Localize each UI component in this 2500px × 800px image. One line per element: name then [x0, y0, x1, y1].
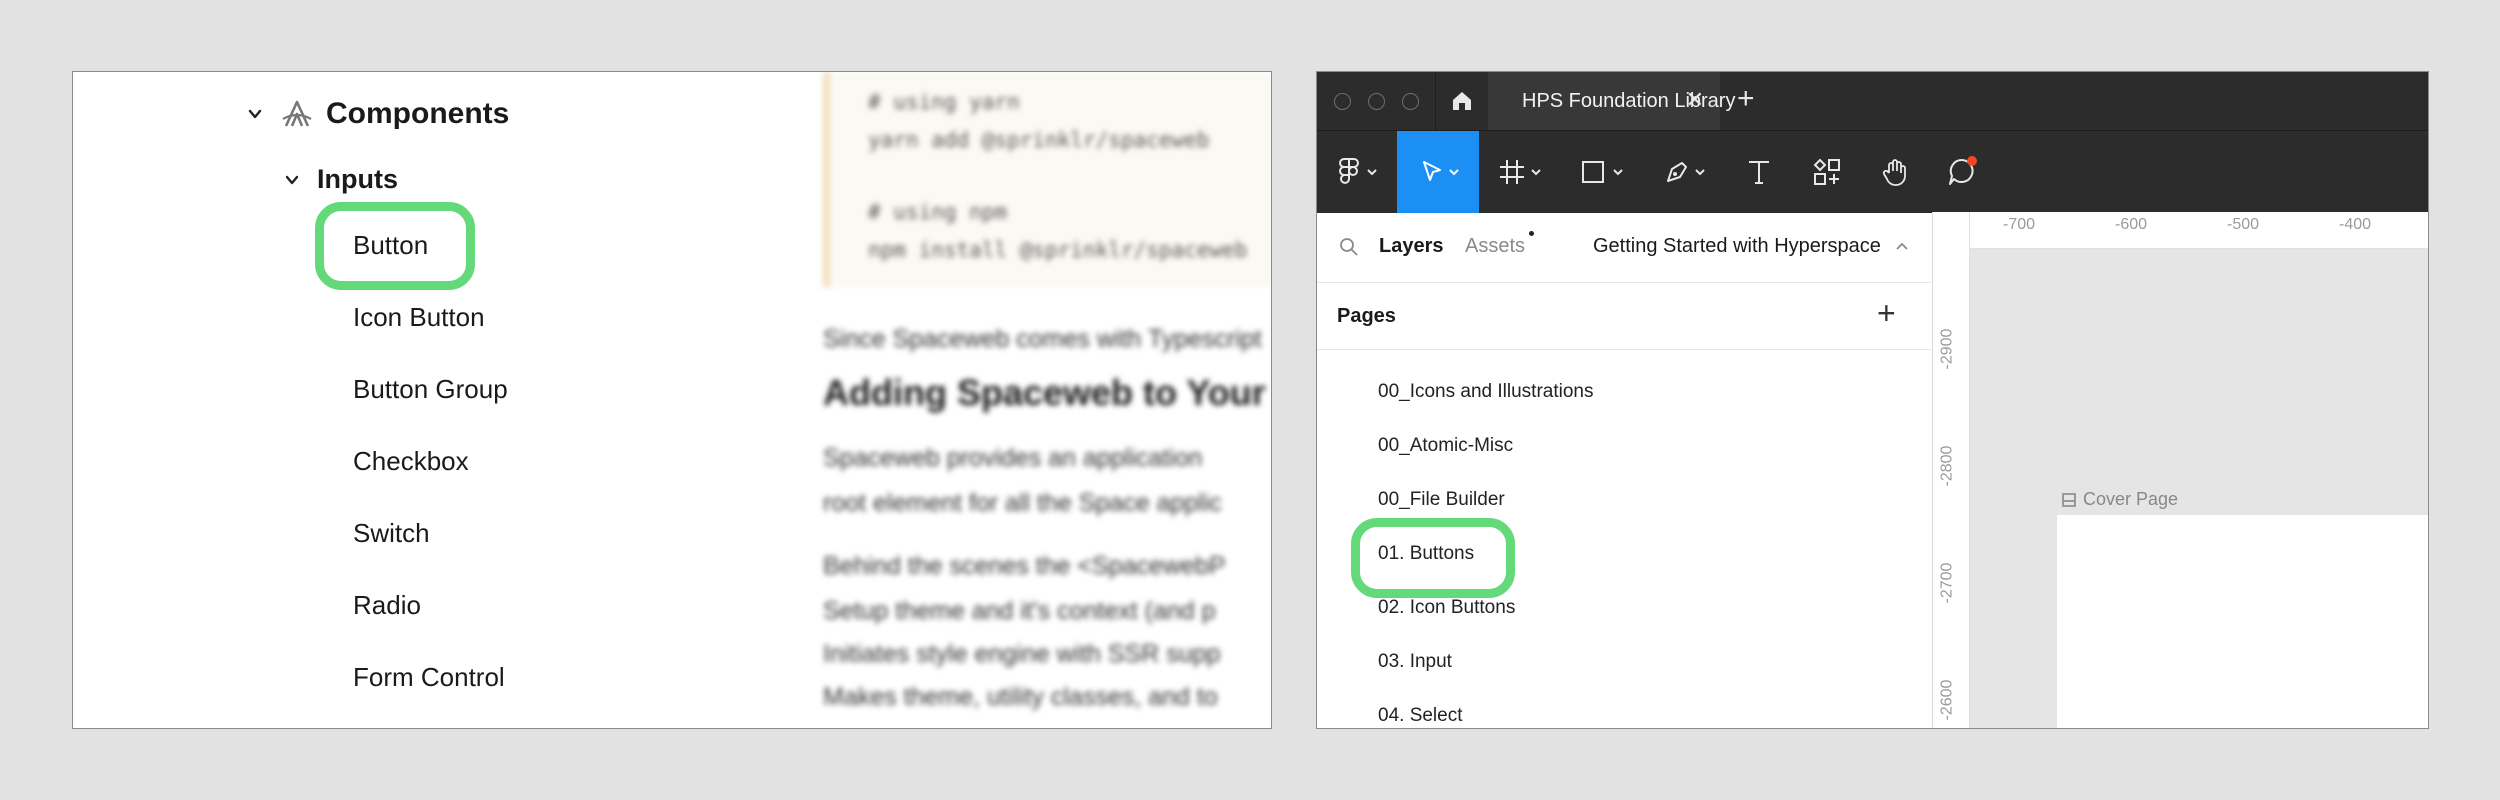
toolbar: [1317, 130, 2428, 213]
code-line: npm install @sprinklr/spaceweb: [868, 238, 1248, 262]
chevron-down-icon: [285, 175, 299, 184]
nav-item-switch[interactable]: Switch: [353, 518, 430, 548]
resources-icon: [1813, 158, 1840, 185]
pages-title: Pages: [1337, 305, 1396, 327]
code-block: # using yarn yarn add @sprinklr/spaceweb…: [823, 72, 1271, 287]
highlight-button-nav-item: [315, 202, 475, 290]
rectangle-icon: [1582, 161, 1623, 183]
tab-assets[interactable]: Assets: [1465, 235, 1525, 258]
design-canvas[interactable]: -700 -600 -500 -400 -2900 -2800 -2700 -2…: [1932, 212, 2428, 728]
frame-label-icon: [2062, 492, 2076, 507]
comment-icon: [1949, 156, 1977, 185]
frame-label[interactable]: Cover Page: [2061, 489, 2178, 510]
paragraph-line: Behind the scenes the <SpacewebP: [823, 552, 1226, 580]
frame-label-text: Cover Page: [2083, 489, 2179, 509]
pages-section-header: Pages +: [1317, 283, 1931, 350]
resources-tool-button[interactable]: [1793, 131, 1861, 213]
plus-icon[interactable]: +: [1737, 84, 1755, 114]
close-icon[interactable]: ✕: [1686, 87, 1704, 113]
page-item[interactable]: 04. Select: [1378, 705, 1463, 727]
nav-item-radio[interactable]: Radio: [353, 590, 421, 620]
docs-content-blurred: # using yarn yarn add @sprinklr/spaceweb…: [823, 72, 1271, 728]
code-line: # using yarn: [868, 90, 1020, 114]
comment-tool-button[interactable]: [1929, 131, 1997, 213]
page-item[interactable]: 00_Icons and Illustrations: [1378, 381, 1593, 403]
nav-group-label: Inputs: [317, 164, 398, 194]
nav-group-inputs[interactable]: Inputs: [283, 164, 398, 195]
ruler-tick: -700: [2003, 216, 2036, 233]
vertical-ruler: -2900 -2800 -2700 -2600: [1933, 212, 1970, 728]
ruler-tick: -2600: [1938, 679, 1956, 721]
page-item[interactable]: 00_File Builder: [1378, 489, 1505, 511]
nav-section-label: Components: [326, 97, 510, 130]
cover-page-frame[interactable]: [2057, 515, 2428, 728]
code-line: yarn add @sprinklr/spaceweb: [868, 128, 1210, 152]
chevron-down-icon: [248, 109, 262, 119]
pen-icon: [1667, 162, 1705, 182]
paragraph-line: Setup theme and it's context (and p: [823, 597, 1216, 625]
tab-layers[interactable]: Layers: [1379, 235, 1444, 258]
hand-tool-button[interactable]: [1861, 131, 1929, 213]
code-line: # using npm: [868, 200, 1008, 224]
ruler-tick: -500: [2227, 216, 2260, 233]
page-item[interactable]: 02. Icon Buttons: [1378, 597, 1515, 619]
home-icon: [1453, 92, 1471, 110]
home-button[interactable]: [1435, 72, 1489, 130]
move-tool-button[interactable]: [1397, 131, 1479, 213]
ruler-tick: -2900: [1938, 328, 1956, 370]
ruler-tick: -2800: [1938, 445, 1956, 487]
nav-item-form-control[interactable]: Form Control: [353, 662, 505, 692]
chevron-up-icon[interactable]: [1895, 240, 1909, 252]
page-item[interactable]: 00_Atomic-Misc: [1378, 435, 1513, 457]
paragraph-line: root element for all the Space applic: [823, 489, 1222, 517]
layers-panel-header: Layers Assets Getting Started with Hyper…: [1317, 212, 1931, 283]
text-tool-button[interactable]: [1725, 131, 1793, 213]
notification-dot-icon: [1967, 156, 1977, 166]
components-logo-icon: [282, 100, 312, 127]
window-minimize-dot[interactable]: [1368, 93, 1385, 110]
nav-item-checkbox[interactable]: Checkbox: [353, 446, 469, 476]
paragraph-line: Spaceweb provides an application: [823, 444, 1203, 472]
docs-panel: Components Inputs Button Icon Button But…: [72, 71, 1272, 729]
page-item[interactable]: 03. Input: [1378, 651, 1452, 673]
window-maximize-dot[interactable]: [1402, 93, 1419, 110]
main-menu-button[interactable]: [1317, 131, 1397, 213]
frame-icon: [1500, 160, 1541, 184]
highlight-buttons-page-item: [1351, 518, 1515, 598]
nav-section-components[interactable]: Components: [246, 97, 509, 131]
paragraph-line: Makes theme, utility classes, and to: [823, 683, 1218, 711]
figma-logo-icon: [1339, 158, 1377, 184]
shape-tool-button[interactable]: [1561, 131, 1643, 213]
nav-item-icon-button[interactable]: Icon Button: [353, 302, 485, 332]
paragraph-line: Initiates style engine with SSR supp: [823, 640, 1221, 668]
section-heading: Adding Spaceweb to Your: [823, 372, 1266, 413]
nav-item-button-group[interactable]: Button Group: [353, 374, 508, 404]
tab-bar: HPS Foundation Library ✕ +: [1317, 72, 2428, 130]
add-page-icon[interactable]: +: [1877, 297, 1896, 329]
page-selector[interactable]: Getting Started with Hyperspace: [1593, 235, 1881, 258]
hand-icon: [1882, 159, 1906, 186]
ruler-tick: -2700: [1938, 562, 1956, 604]
intro-text: Since Spaceweb comes with Typescript: [823, 325, 1262, 353]
text-icon: [1749, 161, 1769, 184]
frame-tool-button[interactable]: [1479, 131, 1561, 213]
cursor-icon: [1423, 161, 1459, 181]
pen-tool-button[interactable]: [1643, 131, 1725, 213]
assets-badge-dot: [1529, 231, 1534, 236]
figma-app-window: HPS Foundation Library ✕ + Layers Assets…: [1316, 71, 2429, 729]
ruler-tick: -600: [2115, 216, 2148, 233]
ruler-tick: -400: [2339, 216, 2372, 233]
window-close-dot[interactable]: [1334, 93, 1351, 110]
tab-hps-foundation-library[interactable]: HPS Foundation Library ✕: [1488, 72, 1735, 130]
search-icon[interactable]: [1339, 237, 1359, 257]
horizontal-ruler: -700 -600 -500 -400: [1969, 212, 2428, 249]
